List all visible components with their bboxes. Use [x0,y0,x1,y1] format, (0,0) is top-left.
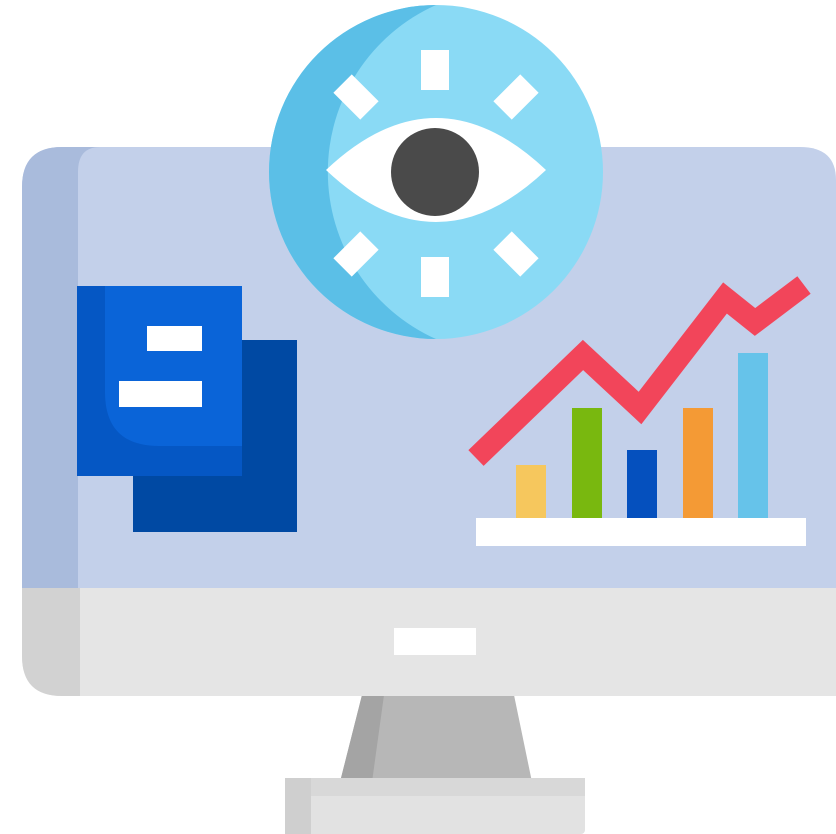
monitor-bezel-shadow [22,588,80,696]
pupil-icon [391,128,479,216]
chart-bar-4 [683,408,713,520]
chart-bar-1 [516,465,546,520]
ray-bottom [421,257,449,297]
eye-monitoring-icon [269,5,603,339]
chart-bar-2 [572,408,602,520]
power-indicator [394,628,476,655]
monitor-stand [285,695,585,834]
chart-bar-5 [738,353,768,520]
chart-bar-3 [627,450,657,520]
ray-top [421,50,449,90]
document-line-1 [147,326,202,351]
stand-base-shadow [285,778,585,796]
document-line-2 [119,381,202,407]
chart-baseline [476,518,806,546]
stand-base-edge [285,778,311,834]
monitoring-analytics-icon [22,5,836,834]
